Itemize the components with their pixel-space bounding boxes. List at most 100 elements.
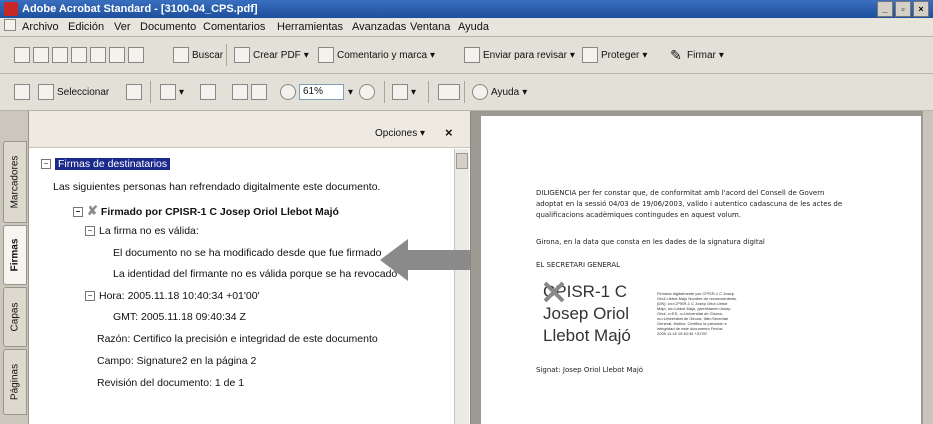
chevron-down-icon[interactable]: ▾ bbox=[179, 87, 184, 98]
collapse-icon[interactable]: − bbox=[41, 159, 51, 170]
menu-ayuda[interactable]: Ayuda bbox=[458, 21, 489, 33]
navigation-tabs: Marcadores Firmas Capas Páginas bbox=[0, 111, 29, 424]
comentario-label: Comentario y marca bbox=[337, 49, 428, 61]
time-node[interactable]: − Hora: 2005.11.18 10:40:34 +01'00' bbox=[85, 290, 260, 302]
menu-ventana[interactable]: Ventana bbox=[410, 21, 450, 33]
tree-root[interactable]: − Firmas de destinatarios bbox=[41, 158, 171, 170]
close-icon[interactable]: × bbox=[913, 1, 929, 17]
acrobat-app-icon bbox=[4, 2, 18, 16]
menu-documento[interactable]: Documento bbox=[140, 21, 196, 33]
diligencia-line-1: DILIGÈNCIA per fer constar que, de confo… bbox=[536, 189, 825, 197]
panel-scrollbar[interactable] bbox=[454, 149, 469, 424]
zoom-tool-icon[interactable] bbox=[160, 84, 176, 100]
zoom-dropdown-icon[interactable]: ▾ bbox=[348, 87, 353, 98]
print-icon[interactable] bbox=[71, 47, 87, 63]
single-page-icon[interactable] bbox=[200, 84, 216, 100]
menu-ver[interactable]: Ver bbox=[114, 21, 131, 33]
collapse-icon[interactable]: − bbox=[85, 226, 95, 237]
diligencia-line-3: qualificacions acadèmiques contingudes e… bbox=[536, 211, 742, 219]
pen-sign-icon: ✎ bbox=[670, 47, 682, 63]
close-panel-icon[interactable]: × bbox=[445, 125, 453, 140]
diligencia-line-2: adoptat en la sessió 04/03 de 19/06/2003… bbox=[536, 200, 843, 208]
annotation-arrow bbox=[380, 239, 470, 281]
fit-width-icon[interactable] bbox=[251, 84, 267, 100]
document-icon bbox=[4, 19, 16, 31]
enviar-button[interactable]: Enviar para revisar ▾ bbox=[464, 44, 575, 66]
menu-comentarios[interactable]: Comentarios bbox=[203, 21, 265, 33]
menu-avanzadas[interactable]: Avanzadas bbox=[352, 21, 406, 33]
chevron-down-icon[interactable]: ▾ bbox=[411, 87, 416, 98]
seleccionar-label: Seleccionar bbox=[57, 86, 110, 98]
view-toolbar: Seleccionar ▾ 61% ▾ ▾ Ayuda ▾ bbox=[0, 74, 933, 111]
tab-capas[interactable]: Capas bbox=[3, 287, 27, 347]
invalid-signature-mark-icon bbox=[543, 281, 565, 303]
tab-marcadores[interactable]: Marcadores bbox=[3, 141, 27, 223]
signature-entry[interactable]: − ✘ Firmado por CPISR-1 C Josep Oriol Lleb… bbox=[73, 203, 339, 219]
rotate-page-icon[interactable] bbox=[392, 84, 408, 100]
crear-pdf-button[interactable]: Crear PDF ▾ bbox=[234, 44, 309, 66]
save-icon[interactable] bbox=[52, 47, 68, 63]
root-label: Firmas de destinatarios bbox=[55, 158, 171, 170]
signer-label: Firmado por CPISR-1 C Josep Oriol Llebot… bbox=[100, 206, 339, 218]
enviar-label: Enviar para revisar bbox=[483, 49, 567, 61]
typewriter-icon[interactable] bbox=[438, 84, 460, 100]
create-pdf-icon bbox=[234, 47, 250, 63]
snapshot-icon[interactable] bbox=[126, 84, 142, 100]
ayuda-button[interactable]: Ayuda ▾ bbox=[472, 81, 527, 103]
restore-icon[interactable]: ▫ bbox=[895, 1, 911, 17]
ayuda-label: Ayuda bbox=[491, 86, 520, 98]
select-cursor-icon bbox=[38, 84, 54, 100]
proteger-button[interactable]: Proteger ▾ bbox=[582, 44, 647, 66]
revision-text: Revisión del documento: 1 de 1 bbox=[97, 377, 245, 389]
firmar-label: Firmar bbox=[687, 49, 716, 61]
zoom-in-icon[interactable] bbox=[359, 84, 376, 100]
gmt-text: GMT: 2005.11.18 09:40:34 Z bbox=[113, 311, 246, 323]
reason-text: Razón: Certifico la precisión e integrid… bbox=[97, 333, 378, 345]
minimize-icon[interactable]: _ bbox=[877, 1, 893, 17]
menu-edicion[interactable]: Edición bbox=[68, 21, 104, 33]
panel-header: Opciones ▾ × bbox=[29, 111, 470, 148]
zoom-out-icon[interactable] bbox=[280, 84, 296, 100]
help-icon bbox=[472, 84, 488, 100]
menu-herramientas[interactable]: Herramientas bbox=[277, 21, 343, 33]
organizer-icon[interactable] bbox=[33, 47, 49, 63]
chevron-down-icon: ▾ bbox=[718, 49, 724, 61]
main-toolbar: Buscar Crear PDF ▾ Comentario y marca ▾ … bbox=[0, 37, 933, 74]
collapse-icon[interactable]: − bbox=[73, 207, 83, 218]
sig-line-2: Josep Oriol bbox=[543, 304, 629, 323]
hand-tool-icon[interactable] bbox=[14, 84, 30, 100]
export-icon[interactable] bbox=[90, 47, 106, 63]
tab-paginas[interactable]: Páginas bbox=[3, 349, 27, 415]
window-title: Adobe Acrobat Standard - [3100-04_CPS.pd… bbox=[22, 3, 258, 15]
send-review-icon bbox=[464, 47, 480, 63]
validity-node[interactable]: − La firma no es válida: bbox=[85, 225, 199, 237]
document-scrollbar[interactable] bbox=[923, 111, 933, 424]
seleccionar-button[interactable]: Seleccionar bbox=[38, 81, 109, 103]
chevron-down-icon: ▾ bbox=[430, 49, 436, 61]
menu-bar: Archivo Edición Ver Documento Comentario… bbox=[0, 18, 933, 52]
menu-archivo[interactable]: Archivo bbox=[22, 21, 59, 33]
invalid-signature-icon: ✘ bbox=[87, 203, 98, 218]
firmar-button[interactable]: ✎ Firmar ▾ bbox=[668, 44, 724, 66]
signat-text: Signat: Josep Oriol Llebot Majó bbox=[536, 366, 644, 374]
email-icon[interactable] bbox=[128, 47, 144, 63]
tab-firmas[interactable]: Firmas bbox=[3, 225, 27, 285]
fit-page-icon[interactable] bbox=[232, 84, 248, 100]
signature-details: Firmado digitalmente por CPISR-1 C Josep… bbox=[657, 291, 737, 336]
pen-tool-icon[interactable] bbox=[109, 47, 125, 63]
revoked-text: La identidad del firmante no es válida p… bbox=[113, 268, 398, 280]
zoom-input[interactable]: 61% bbox=[299, 84, 344, 100]
not-modified-text: El documento no se ha modificado desde q… bbox=[113, 247, 382, 259]
collapse-icon[interactable]: − bbox=[85, 291, 95, 302]
chevron-down-icon: ▾ bbox=[569, 49, 575, 61]
comment-icon bbox=[318, 47, 334, 63]
chevron-down-icon: ▾ bbox=[522, 86, 528, 98]
lock-icon bbox=[582, 47, 598, 63]
buscar-label: Buscar bbox=[192, 49, 224, 61]
title-bar: Adobe Acrobat Standard - [3100-04_CPS.pd… bbox=[0, 0, 933, 18]
buscar-button[interactable]: Buscar bbox=[173, 44, 223, 66]
opciones-menu[interactable]: Opciones ▾ bbox=[375, 128, 425, 139]
girona-text: Girona, en la data que consta en les dad… bbox=[536, 238, 765, 246]
open-icon[interactable] bbox=[14, 47, 30, 63]
comentario-button[interactable]: Comentario y marca ▾ bbox=[318, 44, 435, 66]
